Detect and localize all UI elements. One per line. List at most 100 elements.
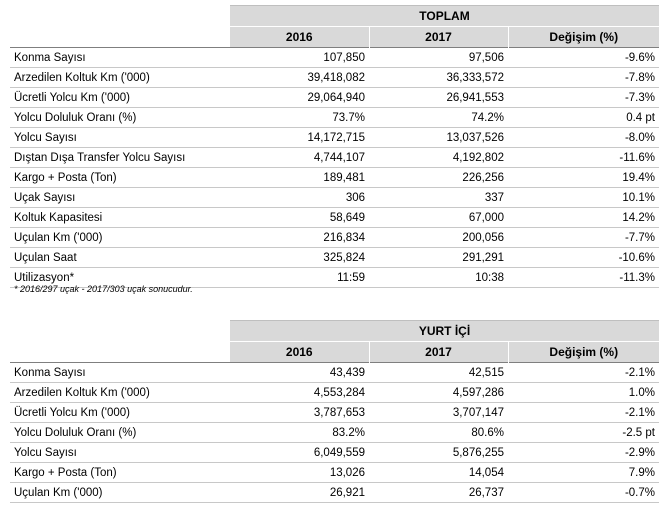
table-row: Yolcu Sayısı 14,172,715 13,037,526 -8.0% <box>10 127 659 148</box>
row-label: Konma Sayısı <box>10 362 230 383</box>
value-2017: 291,291 <box>369 247 508 268</box>
value-change: -7.3% <box>508 87 659 108</box>
footnote: * 2016/297 uçak - 2017/303 uçak sonucudu… <box>14 284 193 294</box>
value-change: 0.4 pt <box>508 107 659 128</box>
row-label: Dıştan Dışa Transfer Yolcu Sayısı <box>10 147 230 168</box>
value-2016: 306 <box>230 187 369 208</box>
value-change: -11.6% <box>508 147 659 168</box>
value-2016: 216,834 <box>230 227 369 248</box>
value-change: -2.9% <box>508 442 659 463</box>
value-2017: 4,597,286 <box>369 382 508 403</box>
table-row: Yolcu Sayısı 6,049,559 5,876,255 -2.9% <box>10 442 659 463</box>
value-2017: 26,941,553 <box>369 87 508 108</box>
value-change: 7.9% <box>508 462 659 483</box>
value-2016: 4,744,107 <box>230 147 369 168</box>
value-change: -8.0% <box>508 127 659 148</box>
value-2016: 189,481 <box>230 167 369 188</box>
table-header-blank <box>10 342 230 363</box>
value-2017: 3,707,147 <box>369 402 508 423</box>
row-label: Koltuk Kapasitesi <box>10 207 230 228</box>
table-row: Konma Sayısı 107,850 97,506 -9.6% <box>10 47 659 68</box>
table-header-blank <box>10 27 230 48</box>
yurt-ici-table: YURT İÇİ 2016 2017 Değişim (%) Konma Say… <box>10 320 659 503</box>
value-change: -9.6% <box>508 47 659 68</box>
column-header-2017: 2017 <box>368 341 508 363</box>
row-label: Ücretli Yolcu Km ('000) <box>10 402 230 423</box>
value-change: -11.3% <box>508 267 659 288</box>
value-2017: 13,037,526 <box>369 127 508 148</box>
value-2017: 226,256 <box>369 167 508 188</box>
value-2017: 97,506 <box>369 47 508 68</box>
table-row: Arzedilen Koltuk Km ('000) 4,553,284 4,597… <box>10 382 659 403</box>
row-label: Uçulan Saat <box>10 247 230 268</box>
value-2017: 14,054 <box>369 462 508 483</box>
toplam-table: TOPLAM 2016 2017 Değişim (%) Konma Sayıs… <box>10 5 659 288</box>
row-label: Uçulan Km ('000) <box>10 227 230 248</box>
value-2017: 74.2% <box>369 107 508 128</box>
column-header-2016: 2016 <box>230 26 369 48</box>
table-corner <box>10 321 230 342</box>
row-label: Uçulan Km ('000) <box>10 482 230 503</box>
value-2017: 80.6% <box>369 422 508 443</box>
table-row: Kargo + Posta (Ton) 13,026 14,054 7.9% <box>10 462 659 483</box>
table-header-row: 2016 2017 Değişim (%) <box>10 26 659 48</box>
value-2016: 14,172,715 <box>230 127 369 148</box>
value-2016: 73.7% <box>230 107 369 128</box>
table-row: Koltuk Kapasitesi 58,649 67,000 14.2% <box>10 207 659 228</box>
value-2016: 13,026 <box>230 462 369 483</box>
value-change: 19.4% <box>508 167 659 188</box>
row-label: Arzedilen Koltuk Km ('000) <box>10 67 230 88</box>
table-header-row: 2016 2017 Değişim (%) <box>10 341 659 363</box>
table-row: Dıştan Dışa Transfer Yolcu Sayısı 4,744,1… <box>10 147 659 168</box>
row-label: Kargo + Posta (Ton) <box>10 167 230 188</box>
value-change: -2.5 pt <box>508 422 659 443</box>
row-label: Konma Sayısı <box>10 47 230 68</box>
table-title: TOPLAM <box>230 5 659 27</box>
row-label: Kargo + Posta (Ton) <box>10 462 230 483</box>
value-change: 14.2% <box>508 207 659 228</box>
table-title-row: YURT İÇİ <box>10 320 659 342</box>
value-2017: 4,192,802 <box>369 147 508 168</box>
column-header-change: Değişim (%) <box>507 341 659 363</box>
value-2017: 10:38 <box>369 267 508 288</box>
value-2016: 26,921 <box>230 482 369 503</box>
table-row: Ücretli Yolcu Km ('000) 29,064,940 26,941,… <box>10 87 659 108</box>
value-2016: 39,418,082 <box>230 67 369 88</box>
table-row: Arzedilen Koltuk Km ('000) 39,418,082 36,3… <box>10 67 659 88</box>
table-row: Kargo + Posta (Ton) 189,481 226,256 19.4% <box>10 167 659 188</box>
row-label: Uçak Sayısı <box>10 187 230 208</box>
row-label: Arzedilen Koltuk Km ('000) <box>10 382 230 403</box>
value-change: -2.1% <box>508 362 659 383</box>
value-2016: 325,824 <box>230 247 369 268</box>
value-2016: 11:59 <box>230 267 369 288</box>
value-2017: 337 <box>369 187 508 208</box>
value-change: -0.7% <box>508 482 659 503</box>
value-2016: 83.2% <box>230 422 369 443</box>
row-label: Yolcu Sayısı <box>10 127 230 148</box>
row-label: Yolcu Doluluk Oranı (%) <box>10 422 230 443</box>
value-2016: 43,439 <box>230 362 369 383</box>
table-row: Uçulan Saat 325,824 291,291 -10.6% <box>10 247 659 268</box>
value-2017: 26,737 <box>369 482 508 503</box>
value-change: -7.8% <box>508 67 659 88</box>
table-row: Ücretli Yolcu Km ('000) 3,787,653 3,707,14… <box>10 402 659 423</box>
value-2017: 67,000 <box>369 207 508 228</box>
value-2017: 42,515 <box>369 362 508 383</box>
table-title-row: TOPLAM <box>10 5 659 27</box>
value-change: 1.0% <box>508 382 659 403</box>
table-row: Uçak Sayısı 306 337 10.1% <box>10 187 659 208</box>
value-change: 10.1% <box>508 187 659 208</box>
value-change: -2.1% <box>508 402 659 423</box>
column-header-change: Değişim (%) <box>507 26 659 48</box>
row-label: Ücretli Yolcu Km ('000) <box>10 87 230 108</box>
row-label: Yolcu Doluluk Oranı (%) <box>10 107 230 128</box>
value-2017: 36,333,572 <box>369 67 508 88</box>
table-title: YURT İÇİ <box>230 320 659 342</box>
value-2017: 5,876,255 <box>369 442 508 463</box>
table-row: Uçulan Km ('000) 216,834 200,056 -7.7% <box>10 227 659 248</box>
value-2017: 200,056 <box>369 227 508 248</box>
table-row: Konma Sayısı 43,439 42,515 -2.1% <box>10 362 659 383</box>
table-corner <box>10 6 230 27</box>
column-header-2017: 2017 <box>368 26 508 48</box>
table-row: Yolcu Doluluk Oranı (%) 83.2% 80.6% -2.5 pt <box>10 422 659 443</box>
